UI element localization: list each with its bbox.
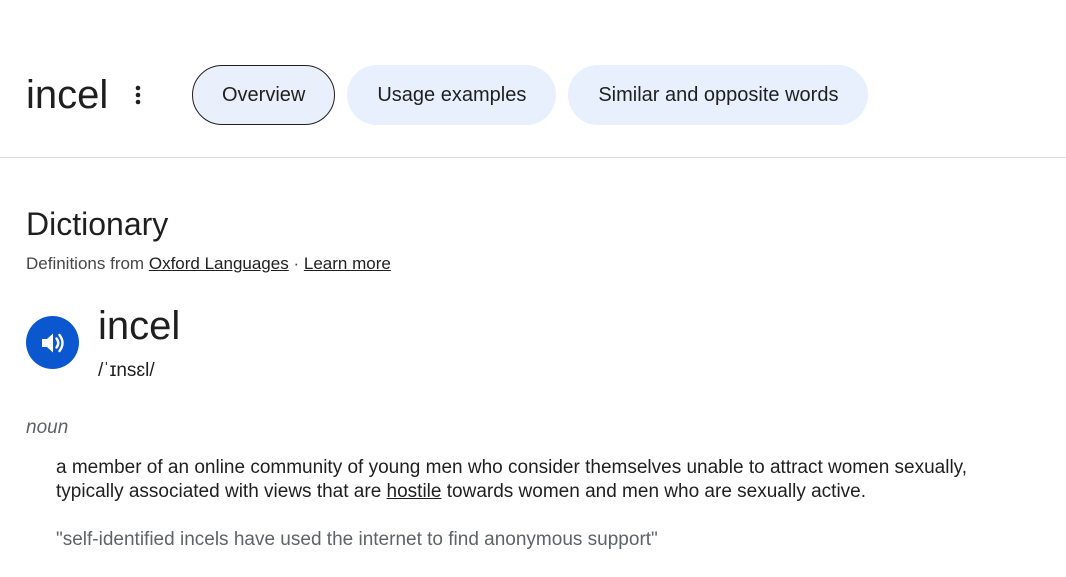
speaker-icon [41, 333, 64, 352]
phonetic-spelling: /ˈɪnsɛl/ [98, 360, 155, 381]
hostile-link[interactable]: hostile [387, 481, 442, 502]
definition-text-after: towards women and men who are sexually a… [441, 481, 867, 502]
more-vert-icon [135, 85, 141, 105]
definition: a member of an online community of young… [56, 456, 996, 504]
separator: · [293, 254, 300, 273]
tab-similar-opposite-words[interactable]: Similar and opposite words [568, 65, 869, 125]
source-prefix: Definitions from [26, 254, 145, 273]
headword: incel [98, 304, 181, 348]
source-line: Definitions from Oxford Languages · Lear… [26, 253, 391, 275]
learn-more-link[interactable]: Learn more [304, 254, 391, 273]
tab-usage-examples[interactable]: Usage examples [347, 65, 557, 125]
more-options-button[interactable] [126, 81, 150, 109]
term-title: incel [26, 73, 109, 117]
usage-example: "self-identified incels have used the in… [56, 529, 658, 550]
dictionary-title: Dictionary [26, 206, 169, 242]
pronunciation-audio-button[interactable] [26, 316, 79, 369]
tab-overview[interactable]: Overview [192, 65, 336, 125]
part-of-speech: noun [26, 417, 69, 438]
tabs: Overview Usage examples Similar and oppo… [192, 65, 869, 125]
header: incel Overview Usage examples Similar an… [0, 0, 1066, 158]
oxford-languages-link[interactable]: Oxford Languages [149, 254, 289, 273]
page: incel Overview Usage examples Similar an… [0, 0, 1066, 577]
